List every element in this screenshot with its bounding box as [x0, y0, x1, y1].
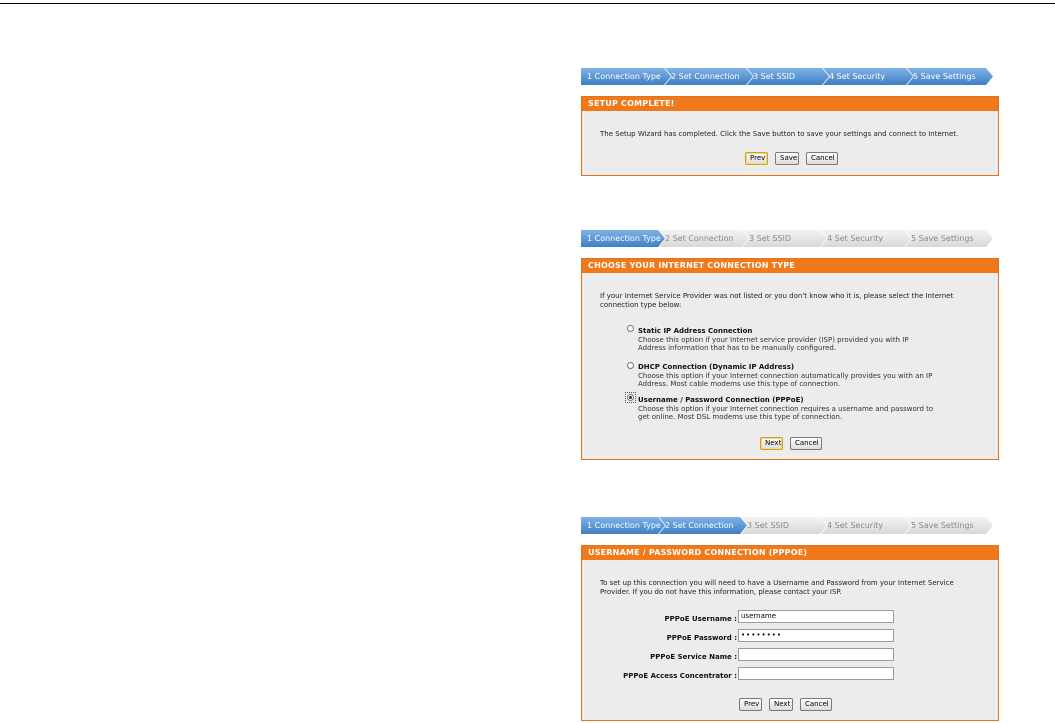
- static-ip-desc: Choose this option if your Internet serv…: [638, 336, 909, 352]
- setup-complete-message: The Setup Wizard has completed. Click th…: [600, 130, 959, 138]
- step-save-settings: 5 Save Settings: [907, 68, 993, 85]
- pppoe-access-concentrator-input[interactable]: [738, 667, 894, 680]
- save-button[interactable]: Save: [775, 152, 799, 165]
- pppoe-access-concentrator-label: PPPoE Access Concentrator :: [623, 672, 737, 680]
- pppoe-desc: Choose this option if your Internet conn…: [638, 405, 934, 421]
- step-set-connection: 2 Set Connection: [665, 68, 753, 85]
- panel-title: USERNAME / PASSWORD CONNECTION (PPPOE): [582, 546, 998, 560]
- step-set-security: 4 Set Security: [821, 230, 911, 247]
- prev-button[interactable]: Prev: [745, 152, 768, 165]
- step-set-security: 4 Set Security: [821, 517, 911, 534]
- panel-title: SETUP COMPLETE!: [582, 97, 998, 111]
- static-ip-title: Static IP Address Connection: [638, 327, 753, 335]
- pppoe-service-name-label: PPPoE Service Name :: [650, 653, 737, 661]
- dhcp-radio[interactable]: [627, 362, 634, 369]
- step-set-connection: 2 Set Connection: [659, 517, 747, 534]
- cancel-button[interactable]: Cancel: [790, 437, 822, 450]
- wizard-stepbar-1: 1 Connection Type 2 Set Connection 3 Set…: [581, 68, 993, 85]
- pppoe-title: Username / Password Connection (PPPoE): [638, 396, 804, 404]
- step-connection-type: 1 Connection Type: [581, 230, 665, 247]
- pppoe-radio[interactable]: [627, 394, 634, 401]
- connection-type-panel: CHOOSE YOUR INTERNET CONNECTION TYPE If …: [581, 258, 999, 460]
- wizard-stepbar-2: 1 Connection Type 2 Set Connection 3 Set…: [581, 230, 993, 247]
- connection-type-intro: If your Internet Service Provider was no…: [600, 292, 954, 309]
- wizard-stepbar-3: 1 Connection Type 2 Set Connection 3 Set…: [581, 517, 993, 534]
- step-set-connection: 2 Set Connection: [659, 230, 749, 247]
- cancel-button[interactable]: Cancel: [800, 698, 832, 711]
- step-connection-type: 1 Connection Type: [581, 517, 665, 534]
- top-rule: [0, 3, 1055, 4]
- step-save-settings: 5 Save Settings: [905, 230, 993, 247]
- step-set-ssid: 3 Set SSID: [743, 230, 827, 247]
- pppoe-intro: To set up this connection you will need …: [600, 579, 954, 596]
- pppoe-password-input[interactable]: ••••••••: [738, 629, 894, 642]
- next-button[interactable]: Next: [760, 437, 783, 450]
- pppoe-service-name-input[interactable]: [738, 648, 894, 661]
- cancel-button[interactable]: Cancel: [806, 152, 838, 165]
- pppoe-username-label: PPPoE Username :: [664, 615, 737, 623]
- step-save-settings: 5 Save Settings: [905, 517, 993, 534]
- next-button[interactable]: Next: [769, 698, 793, 711]
- pppoe-panel: USERNAME / PASSWORD CONNECTION (PPPOE) T…: [581, 545, 999, 721]
- step-set-ssid: 3 Set SSID: [747, 68, 829, 85]
- step-set-security: 4 Set Security: [823, 68, 913, 85]
- step-set-ssid: 3 Set SSID: [741, 517, 827, 534]
- static-ip-radio[interactable]: [627, 325, 634, 332]
- pppoe-username-input[interactable]: username: [738, 610, 894, 623]
- pppoe-password-label: PPPoE Password :: [666, 634, 737, 642]
- dhcp-title: DHCP Connection (Dynamic IP Address): [638, 363, 795, 371]
- step-connection-type: 1 Connection Type: [581, 68, 671, 85]
- setup-complete-panel: SETUP COMPLETE! The Setup Wizard has com…: [581, 96, 999, 176]
- dhcp-desc: Choose this option if your Internet conn…: [638, 372, 933, 388]
- prev-button[interactable]: Prev: [739, 698, 762, 711]
- panel-title: CHOOSE YOUR INTERNET CONNECTION TYPE: [582, 259, 998, 273]
